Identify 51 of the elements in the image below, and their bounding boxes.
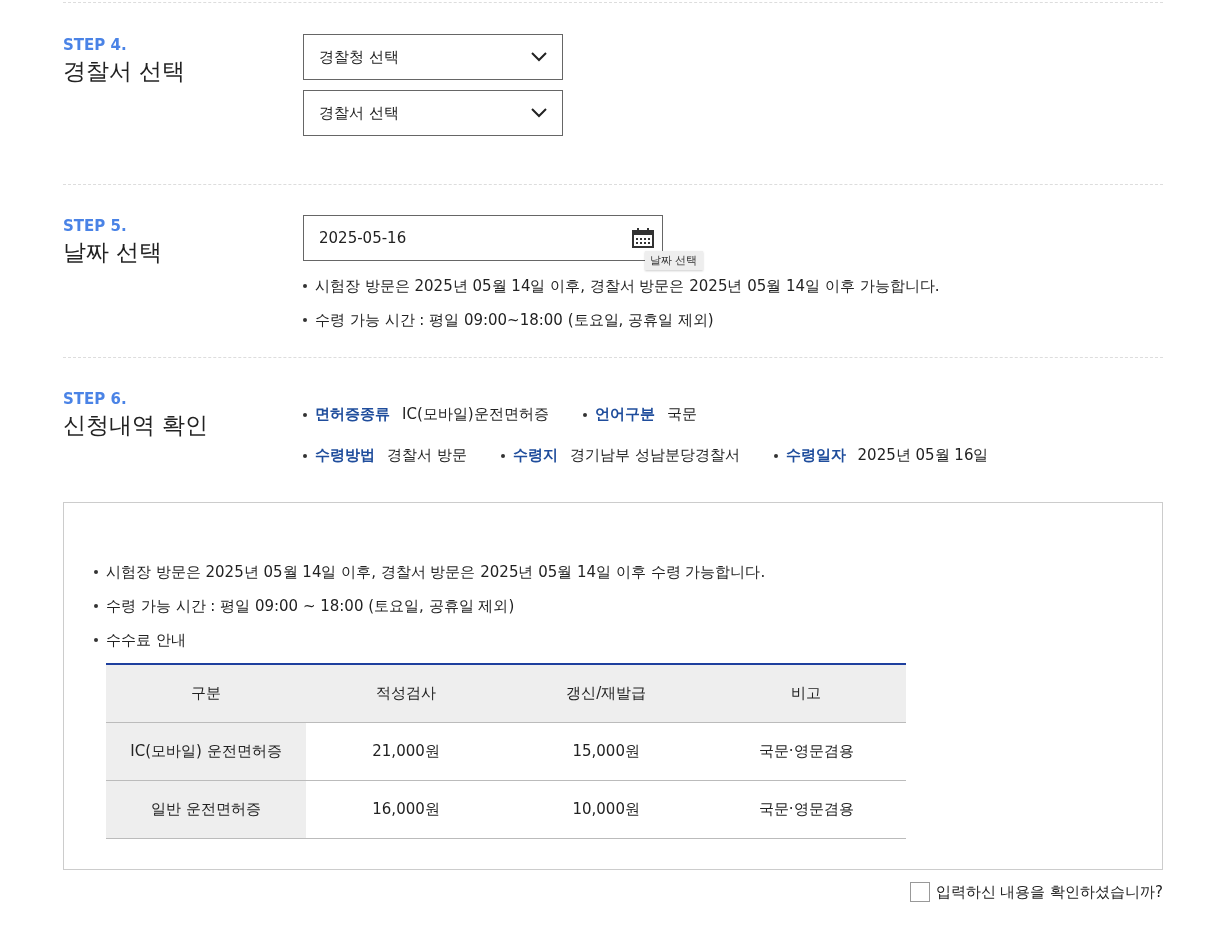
table-cell: 국문·영문겸용	[706, 780, 906, 839]
summary-value: 경기남부 성남분당경찰서	[569, 446, 740, 465]
chevron-down-icon	[531, 108, 547, 118]
summary-value: 국문	[666, 405, 697, 424]
step-title: 신청내역 확인	[63, 411, 210, 440]
step-number: STEP 6.	[63, 390, 128, 408]
bullet-icon	[94, 604, 98, 608]
bullet-icon	[773, 453, 778, 458]
summary-label: 수령방법	[315, 446, 375, 465]
table-cell: 국문·영문겸용	[706, 722, 906, 781]
checkbox-label[interactable]: 입력하신 내용을 확인하셨습니까?	[935, 882, 1163, 902]
column-header: 비고	[706, 664, 906, 723]
step-title: 날짜 선택	[63, 238, 164, 267]
calendar-icon[interactable]	[632, 228, 654, 248]
note-text: 수수료 안내	[106, 630, 186, 650]
note-text: 시험장 방문은 2025년 05월 14일 이후, 경찰서 방문은 2025년 05월 14일 이후 가능합니다.	[315, 276, 940, 296]
dropdown-select[interactable]: 경찰청 선택	[303, 34, 563, 80]
table-cell: 16,000원	[305, 780, 507, 839]
column-header: 갱신/재발급	[506, 664, 707, 723]
summary-value: 2025년 05월 16일	[857, 446, 989, 465]
bullet-icon	[303, 453, 307, 458]
table-cell: 10,000원	[506, 780, 707, 839]
bullet-icon	[303, 284, 307, 288]
table-cell: IC(모바일) 운전면허증	[106, 722, 306, 781]
note-text: 수령 가능 시간 : 평일 09:00~18:00 (토요일, 공휴일 제외)	[315, 310, 714, 330]
bullet-icon	[94, 570, 98, 574]
summary-label: 수령지	[512, 446, 558, 465]
note-text: 수령 가능 시간 : 평일 09:00 ~ 18:00 (토요일, 공휴일 제외)	[106, 596, 515, 616]
note-text: 시험장 방문은 2025년 05월 14일 이후, 경찰서 방문은 2025년 05월 14일 이후 수령 가능합니다.	[106, 562, 766, 582]
step-number: STEP 4.	[63, 36, 128, 54]
summary-label: 언어구분	[594, 405, 655, 424]
column-header: 구분	[106, 664, 306, 723]
bullet-icon	[582, 412, 587, 417]
summary-label: 면허증종류	[315, 405, 390, 424]
column-header: 적성검사	[305, 664, 507, 723]
step-title: 경찰서 선택	[63, 57, 187, 86]
bullet-icon	[303, 412, 307, 417]
table-cell: 15,000원	[506, 722, 707, 781]
table-cell: 일반 운전면허증	[106, 780, 306, 839]
summary-value: 경찰서 방문	[387, 446, 467, 465]
summary-value: IC(모바일)운전면허증	[402, 405, 549, 424]
dropdown-select[interactable]: 경찰서 선택	[303, 90, 563, 136]
table-cell: 21,000원	[305, 722, 507, 781]
step-number: STEP 5.	[63, 217, 128, 235]
checkbox[interactable]	[909, 882, 930, 902]
bullet-icon	[303, 318, 307, 322]
chevron-down-icon	[531, 52, 547, 62]
tooltip: 날짜 선택	[645, 251, 703, 270]
bullet-icon	[500, 453, 505, 458]
summary-label: 수령일자	[785, 446, 846, 465]
bullet-icon	[94, 638, 98, 642]
